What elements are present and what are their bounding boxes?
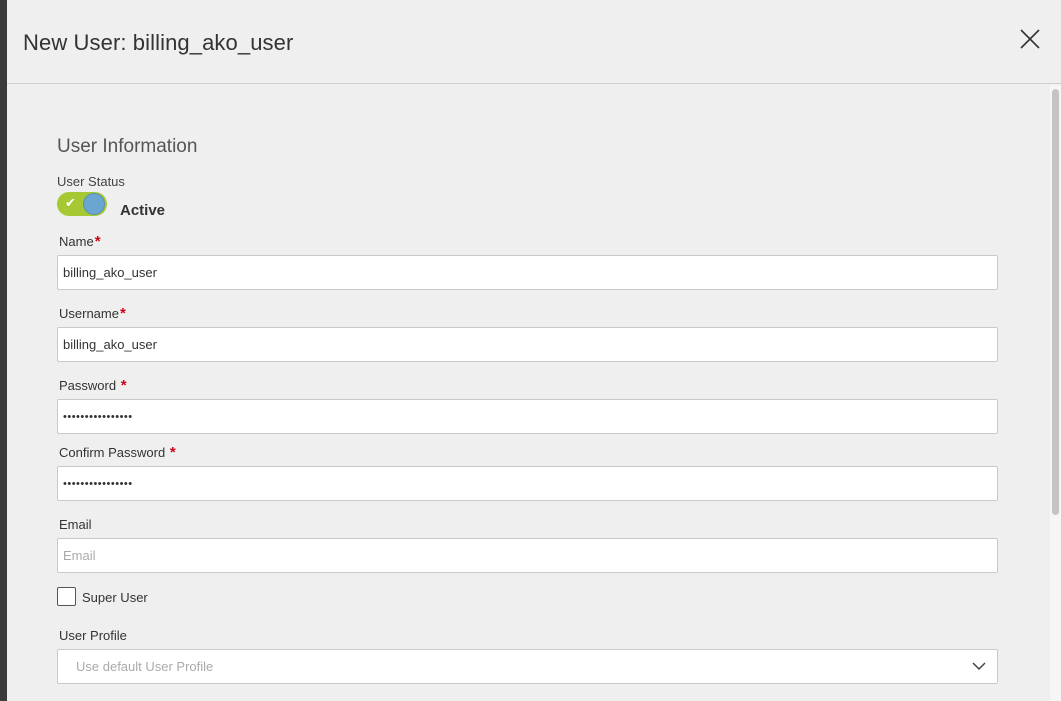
required-marker: *	[94, 233, 101, 250]
user-profile-label: User Profile	[59, 628, 127, 643]
username-input[interactable]	[57, 327, 998, 362]
toggle-knob	[83, 193, 105, 215]
modal-body: User Information User Status ✔ Active Na…	[7, 85, 1061, 701]
username-label-text: Username	[59, 306, 119, 321]
required-marker: *	[120, 377, 127, 394]
confirm-password-input[interactable]	[57, 466, 998, 501]
confirm-password-label: Confirm Password *	[59, 444, 176, 461]
user-status-value: Active	[120, 202, 166, 219]
user-profile-select[interactable]: Use default User Profile	[57, 649, 998, 684]
name-input[interactable]	[57, 255, 998, 290]
super-user-checkbox[interactable]	[57, 587, 76, 606]
confirm-password-label-text: Confirm Password	[59, 445, 166, 460]
modal-title: New User: billing_ako_user	[23, 30, 294, 55]
check-icon: ✔	[65, 195, 76, 210]
user-status-label: User Status	[57, 174, 125, 189]
close-icon	[1020, 29, 1040, 49]
password-label: Password *	[59, 377, 127, 394]
email-label: Email	[59, 517, 92, 532]
name-label: Name*	[59, 233, 101, 250]
password-label-text: Password	[59, 378, 117, 393]
user-profile-placeholder: Use default User Profile	[76, 659, 214, 674]
new-user-modal: New User: billing_ako_user User Informat…	[7, 0, 1061, 701]
required-marker: *	[119, 305, 126, 322]
close-button[interactable]	[1017, 26, 1043, 52]
super-user-label: Super User	[82, 590, 148, 605]
username-label: Username*	[59, 305, 126, 322]
modal-header: New User: billing_ako_user	[7, 0, 1061, 84]
scrollbar[interactable]	[1050, 85, 1061, 701]
email-input[interactable]	[57, 538, 998, 573]
required-marker: *	[169, 444, 176, 461]
user-status-toggle[interactable]: ✔	[57, 192, 107, 216]
name-label-text: Name	[59, 234, 94, 249]
password-input[interactable]	[57, 399, 998, 434]
section-title: User Information	[57, 136, 198, 157]
chevron-down-icon	[972, 662, 986, 671]
scrollbar-thumb[interactable]	[1052, 89, 1059, 515]
